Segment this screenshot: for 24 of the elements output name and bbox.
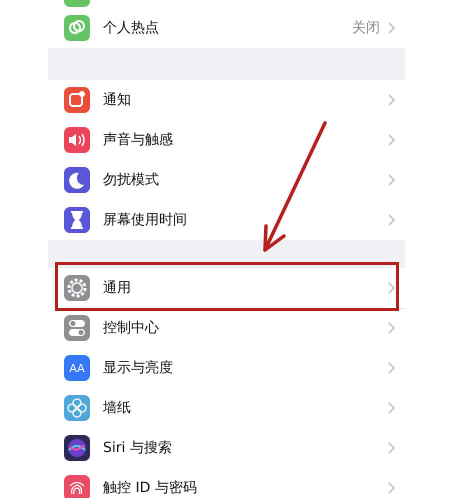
chevron-icon (388, 482, 395, 494)
chevron-icon (388, 402, 395, 414)
chevron-icon (388, 442, 395, 454)
row-label[interactable]: Siri 与搜索 (103, 438, 172, 456)
row-label[interactable]: 通知 (103, 90, 131, 108)
row-label[interactable]: 控制中心 (103, 318, 159, 336)
chevron-icon (388, 134, 395, 146)
row-label[interactable]: 屏幕使用时间 (103, 210, 187, 228)
row-label[interactable]: 通用 (103, 278, 131, 296)
chevron-icon (388, 22, 395, 34)
chevron-icon (388, 282, 395, 294)
text-size-icon: AA (64, 355, 90, 381)
chevron-icon (388, 174, 395, 186)
row-label[interactable]: 墙纸 (103, 398, 131, 416)
chevron-icon (388, 362, 395, 374)
row-label[interactable]: 显示与亮度 (103, 358, 173, 376)
row-label[interactable]: 勿扰模式 (103, 170, 159, 188)
row-label[interactable]: 声音与触感 (103, 130, 173, 148)
chevron-icon (388, 94, 395, 106)
row-label[interactable]: 触控 ID 与密码 (103, 478, 197, 496)
row-label[interactable]: 个人热点 (103, 18, 159, 36)
chevron-icon (388, 214, 395, 226)
chevron-icon (388, 322, 395, 334)
status-value: 关闭 (352, 18, 380, 36)
